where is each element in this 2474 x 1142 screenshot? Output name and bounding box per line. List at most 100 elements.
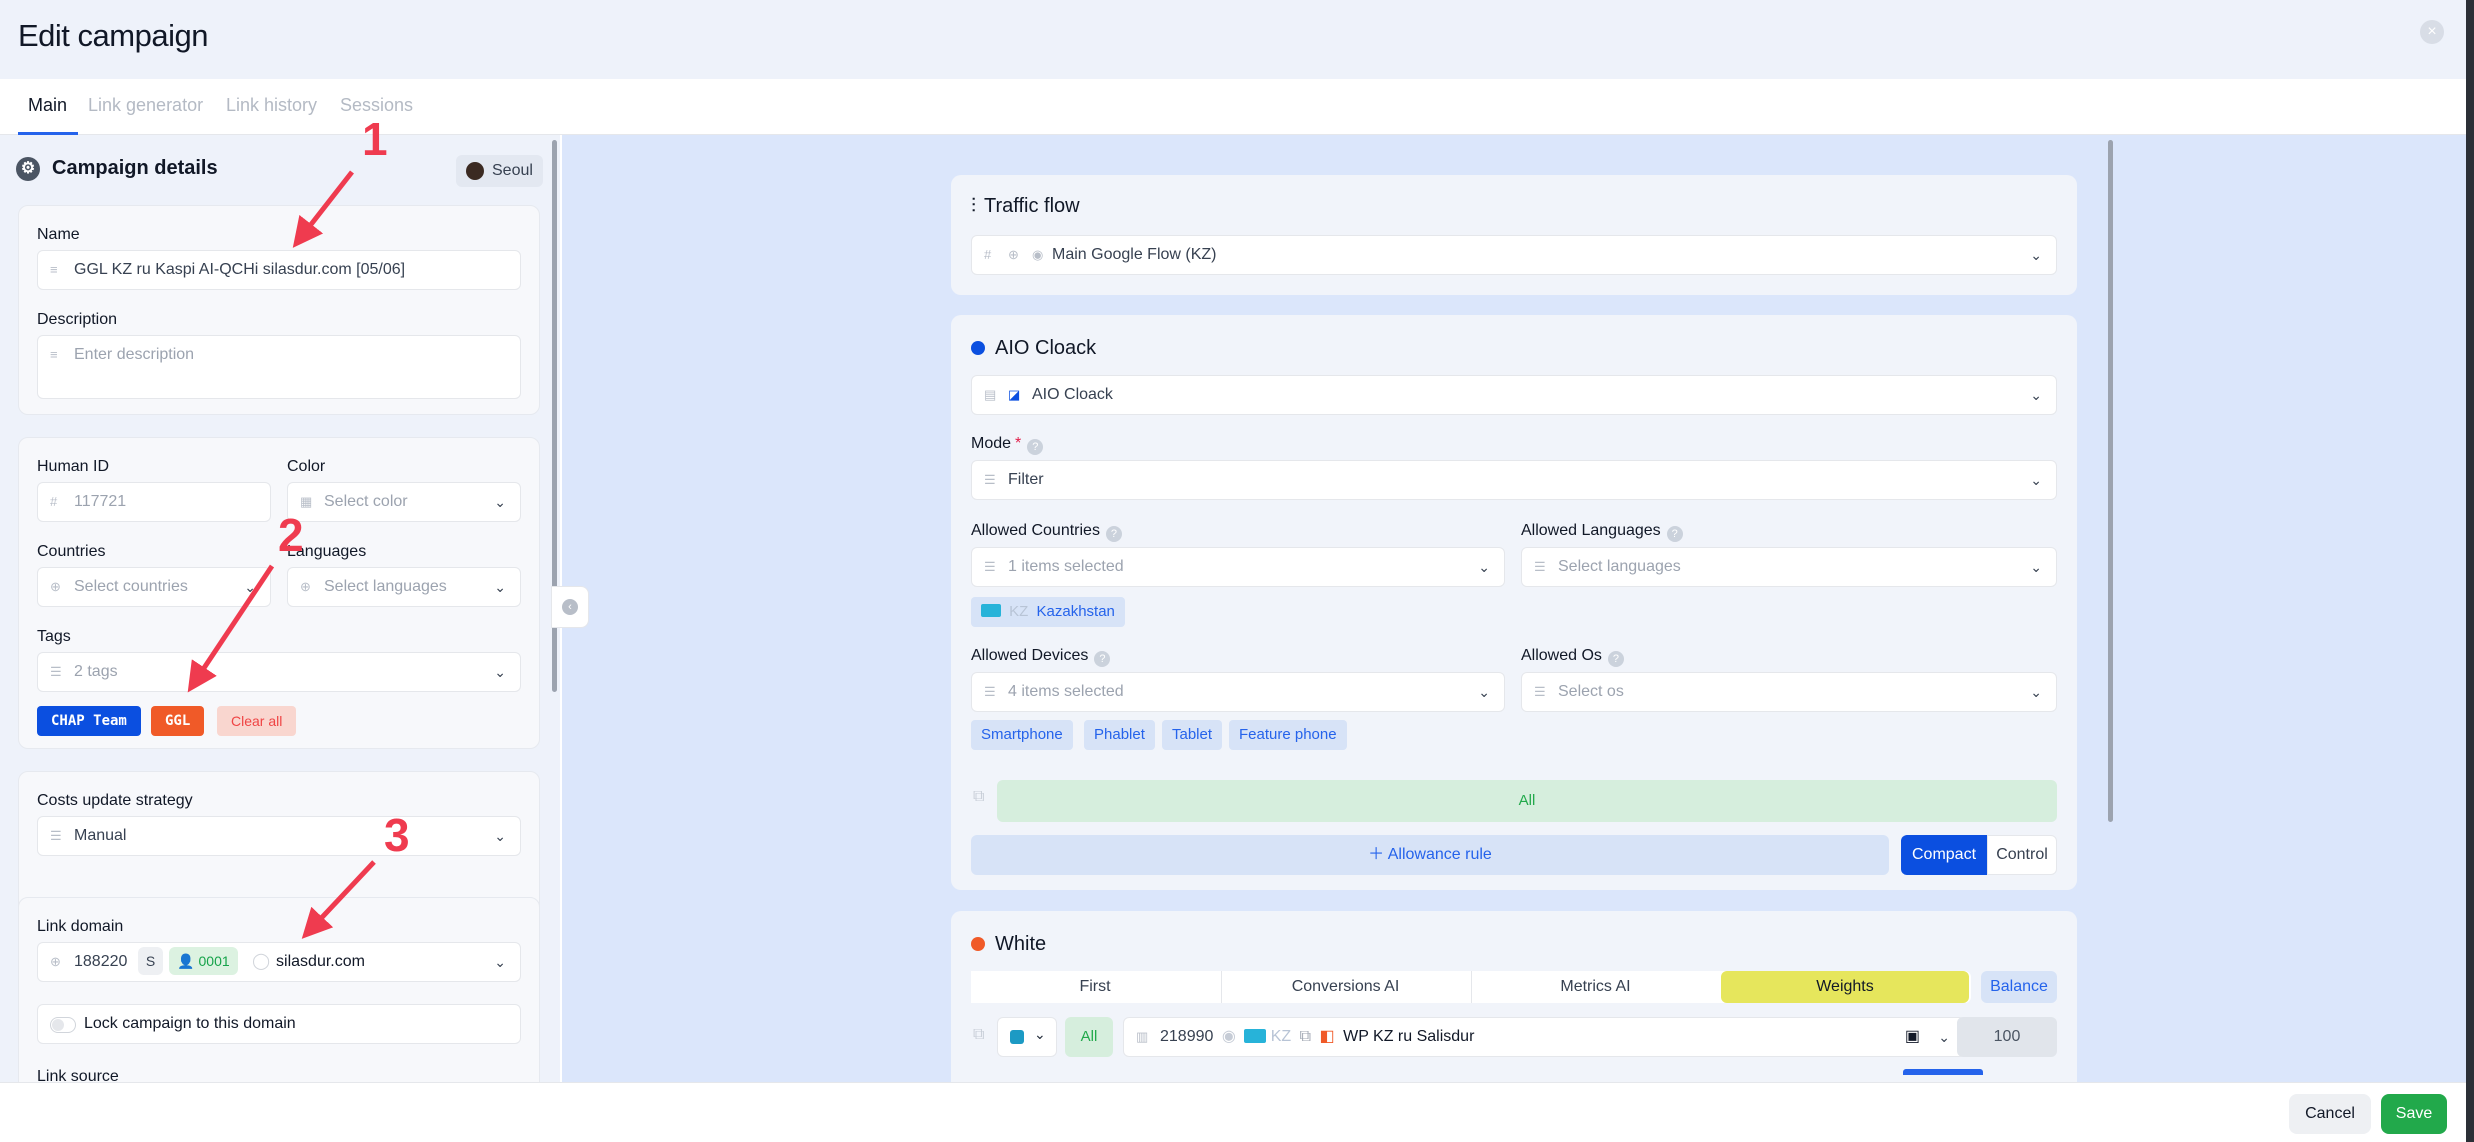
lock-domain-row[interactable]: Lock campaign to this domain (37, 1004, 521, 1044)
aio-cloack-card: AIO Cloack ▤ ◪ AIO Cloack ⌄ Mode *? ☰ Fil… (951, 315, 2077, 890)
allowed-devices-select[interactable]: ☰ 4 items selected ⌄ (971, 672, 1505, 712)
human-id-label: Human ID (37, 458, 110, 475)
cancel-button[interactable]: Cancel (2289, 1094, 2371, 1134)
languages-placeholder: Select languages (324, 578, 447, 595)
costs-select[interactable]: ☰ Manual ⌄ (37, 816, 521, 856)
globe-icon: ⊕ (300, 579, 311, 594)
window-edge (2466, 0, 2474, 1142)
collapse-panel-button[interactable]: ‹ (551, 586, 589, 628)
allowed-languages-label-row: Allowed Languages? (1521, 522, 1683, 542)
page-title: Edit campaign (18, 18, 208, 53)
allowed-os-select[interactable]: ☰ Select os ⌄ (1521, 672, 2057, 712)
tag-ggl[interactable]: GGL (151, 706, 205, 736)
name-field[interactable]: ≡ GGL KZ ru Kaspi AI-QCHi silasdur.com [… (37, 250, 521, 290)
allowed-countries-select[interactable]: ☰ 1 items selected ⌄ (971, 547, 1505, 587)
help-icon[interactable]: ? (1666, 526, 1683, 542)
image-icon[interactable]: ▣ (1905, 1018, 1920, 1056)
aio-title: AIO Cloack (995, 337, 1097, 359)
list-icon: ☰ (984, 472, 996, 487)
mode-tab-first[interactable]: First (971, 971, 1219, 1003)
description-field[interactable]: ≡ Enter description (37, 335, 521, 399)
country-chip-name: Kazakhstan (1036, 603, 1115, 620)
human-id-field[interactable]: # 117721 (37, 482, 271, 522)
edit-campaign-page: Edit campaign × Main Link generator Link… (0, 0, 2474, 1142)
country-chip-kazakhstan[interactable]: KZ Kazakhstan (971, 597, 1125, 627)
languages-select[interactable]: ⊕ Select languages ⌄ (287, 567, 521, 607)
tab-main[interactable]: Main (28, 95, 67, 116)
chevron-down-icon: ⌄ (244, 579, 256, 595)
palette-icon: ▦ (300, 494, 313, 509)
right-scrollbar[interactable] (2108, 140, 2113, 822)
countries-label: Countries (37, 543, 106, 560)
tab-link-history[interactable]: Link history (226, 95, 317, 116)
tag-chap-team[interactable]: CHAP Team (37, 706, 141, 736)
costs-value: Manual (74, 827, 127, 844)
chevron-down-icon: ⌄ (494, 954, 506, 970)
hash-icon: # (50, 494, 58, 509)
clear-all-button[interactable]: Clear all (217, 706, 297, 736)
lock-domain-toggle[interactable] (50, 1017, 76, 1033)
help-icon[interactable]: ? (1607, 651, 1624, 667)
link-domain-select[interactable]: ⊕ 188220 S 👤 0001 ◯ silasdur.com ⌄ (37, 942, 521, 982)
color-swatch-select[interactable]: ⌄ (997, 1017, 1057, 1057)
countries-placeholder: Select countries (74, 578, 188, 595)
identity-card: Human ID # 117721 Color ▦ Select color ⌄… (18, 437, 540, 749)
white-heading: White (971, 933, 1046, 956)
weight-input[interactable]: 100 (1957, 1017, 2057, 1057)
aio-select[interactable]: ▤ ◪ AIO Cloack ⌄ (971, 375, 2057, 415)
link-source-label: Link source (37, 1068, 119, 1082)
mode-label: Mode (971, 435, 1012, 452)
close-icon[interactable]: × (2420, 20, 2444, 44)
help-icon[interactable]: ? (1094, 651, 1111, 667)
compact-toggle[interactable]: Compact (1901, 835, 1987, 875)
mode-select[interactable]: ☰ Filter ⌄ (971, 460, 2057, 500)
calendar-icon: ▥ (1136, 1029, 1149, 1044)
countries-select[interactable]: ⊕ Select countries ⌄ (37, 567, 271, 607)
timezone-badge[interactable]: Seoul (456, 155, 543, 187)
allowed-devices-value: 4 items selected (1008, 683, 1124, 700)
help-icon[interactable]: ? (1105, 526, 1122, 542)
mode-tab-weights[interactable]: Weights (1721, 971, 1969, 1003)
save-button[interactable]: Save (2381, 1094, 2447, 1134)
annotation-1: 1 (362, 113, 388, 165)
name-label: Name (37, 226, 80, 243)
device-chip-phablet[interactable]: Phablet (1084, 720, 1155, 750)
chevron-down-icon: ⌄ (494, 494, 506, 510)
copy-icon[interactable]: ⧉ (973, 788, 984, 806)
chevron-down-icon: ⌄ (2030, 684, 2042, 700)
color-select[interactable]: ▦ Select color ⌄ (287, 482, 521, 522)
balance-button[interactable]: Balance (1981, 971, 2057, 1003)
copy-icon[interactable]: ⧉ (973, 1026, 984, 1044)
traffic-flow-select[interactable]: # ⊕ ◉ Main Google Flow (KZ) ⌄ (971, 235, 2057, 275)
allowed-countries-value: 1 items selected (1008, 558, 1124, 575)
mode-tab-metrics-ai[interactable]: Metrics AI (1471, 971, 1719, 1003)
mode-tab-conversions-ai[interactable]: Conversions AI (1221, 971, 1469, 1003)
color-swatch (1010, 1030, 1024, 1044)
tab-link-generator[interactable]: Link generator (88, 95, 203, 116)
allowance-rule-button[interactable]: ＋ Allowance rule (971, 835, 1889, 875)
lock-domain-label: Lock campaign to this domain (84, 1015, 296, 1032)
offer-select[interactable]: ▥ 218990 ◉ KZ ⧉ ◧ WP KZ ru Salisdur ▣ ⌄ (1123, 1017, 1965, 1057)
control-toggle[interactable]: Control (1987, 835, 2057, 875)
user-icon: 👤 (177, 953, 199, 969)
help-icon[interactable]: ? (1027, 439, 1044, 455)
all-rule-bar[interactable]: All (997, 780, 2057, 822)
tags-label: Tags (37, 628, 71, 645)
page-icon: ◧ (1319, 1028, 1335, 1045)
tags-select[interactable]: ☰ 2 tags ⌄ (37, 652, 521, 692)
human-id-value: 117721 (74, 493, 127, 510)
device-chip-tablet[interactable]: Tablet (1162, 720, 1223, 750)
traffic-flow-card: ⫶ Traffic flow # ⊕ ◉ Main Google Flow (KZ… (951, 175, 2077, 295)
status-dot-icon: ◯ (252, 953, 271, 970)
domain-id: 188220 (74, 953, 128, 970)
device-chip-smartphone[interactable]: Smartphone (971, 720, 1073, 750)
text-icon: ≡ (50, 347, 58, 362)
allowed-languages-select[interactable]: ☰ Select languages ⌄ (1521, 547, 2057, 587)
mode-value: Filter (1008, 471, 1044, 488)
chevron-down-icon: ⌄ (2030, 387, 2042, 403)
tags-summary: 2 tags (74, 663, 118, 680)
next-row-edge (1903, 1069, 1983, 1075)
all-badge[interactable]: All (1065, 1017, 1113, 1057)
globe-icon: ⊕ (1008, 247, 1019, 262)
device-chip-feature-phone[interactable]: Feature phone (1229, 720, 1347, 750)
